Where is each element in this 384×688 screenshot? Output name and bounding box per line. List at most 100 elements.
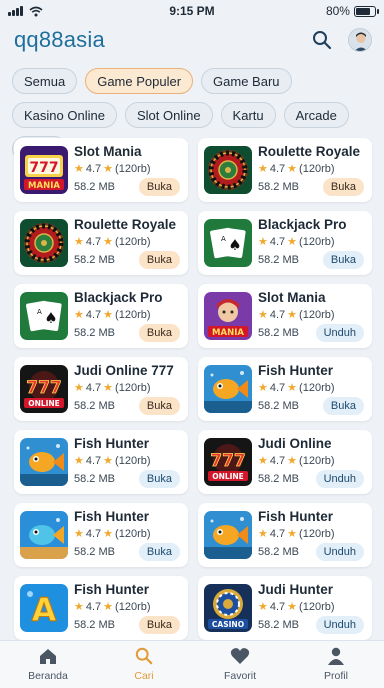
star-icon: ★ <box>103 163 114 175</box>
game-action-button[interactable]: Unduh <box>315 616 364 634</box>
star-icon: ★ <box>103 455 114 467</box>
chip-kartu[interactable]: Kartu <box>220 102 276 128</box>
tab-profil[interactable]: Profil <box>301 647 371 682</box>
svg-text:♠: ♠ <box>44 309 57 327</box>
game-size: 58.2 MB <box>258 181 299 193</box>
search-icon <box>134 647 154 668</box>
777-online-icon[interactable]: 777 ONLINE <box>204 438 252 486</box>
tab-cari[interactable]: Cari <box>109 647 179 682</box>
star-icon: ★ <box>74 309 84 321</box>
game-rating: ★ 4.7 ★ (120rb) <box>258 454 335 468</box>
search-icon[interactable] <box>312 30 332 50</box>
star-icon: ★ <box>74 601 84 613</box>
svg-text:777: 777 <box>210 451 246 471</box>
game-title: Blackjack Pro <box>74 290 163 305</box>
game-card[interactable]: Roulette Royale ★ 4.7 ★ (120rb) 58.2 MB Buka <box>14 211 188 275</box>
game-action-button[interactable]: Buka <box>322 178 364 196</box>
slot-777-mania-icon[interactable]: 777 MANIA <box>20 146 68 194</box>
game-card[interactable]: 777 ONLINE Judi Online 777 ★ 4.7 ★ (120rb) 58.2… <box>14 357 188 421</box>
fish-icon[interactable] <box>204 511 252 559</box>
battery-percent: 80% <box>325 4 350 18</box>
game-size: 58.2 MB <box>74 619 115 631</box>
game-action-button[interactable]: Buka <box>138 324 180 342</box>
game-action-button[interactable]: Unduh <box>315 470 364 488</box>
star-icon: ★ <box>258 309 268 321</box>
game-card[interactable]: ♠ A Blackjack Pro ★ 4.7 ★ (120rb) 58.2 MB Buka <box>14 284 188 348</box>
star-icon: ★ <box>287 163 298 175</box>
playing-cards-icon[interactable]: ♠ A <box>20 292 68 340</box>
svg-text:A: A <box>32 591 57 629</box>
game-action-button[interactable]: Buka <box>138 251 180 269</box>
game-card[interactable]: Fish Hunter ★ 4.7 ★ (120rb) 58.2 MB Buka <box>198 357 372 421</box>
game-size: 58.2 MB <box>258 546 299 558</box>
playing-cards-icon[interactable]: ♠ A <box>204 219 252 267</box>
game-action-button[interactable]: Buka <box>138 470 180 488</box>
roulette-wheel-icon[interactable] <box>20 219 68 267</box>
game-size: 58.2 MB <box>258 400 299 412</box>
tab-favorit[interactable]: Favorit <box>205 647 275 682</box>
game-card[interactable]: Fish Hunter ★ 4.7 ★ (120rb) 58.2 MB Buka <box>14 503 188 567</box>
game-title: Fish Hunter <box>74 509 150 524</box>
game-title: Judi Online 777 <box>74 363 174 378</box>
fish-icon[interactable] <box>204 365 252 413</box>
star-icon: ★ <box>103 528 114 540</box>
game-card[interactable]: Fish Hunter ★ 4.7 ★ (120rb) 58.2 MB Buka <box>14 430 188 494</box>
game-card[interactable]: ♠ A Blackjack Pro ★ 4.7 ★ (120rb) 58.2 MB Buka <box>198 211 372 275</box>
star-icon: ★ <box>258 601 268 613</box>
game-card[interactable]: Roulette Royale ★ 4.7 ★ (120rb) 58.2 MB Buka <box>198 138 372 202</box>
chip-arcade[interactable]: Arcade <box>283 102 349 128</box>
game-rating: ★ 4.7 ★ (120rb) <box>74 381 151 395</box>
game-action-button[interactable]: Buka <box>322 251 364 269</box>
tab-beranda[interactable]: Beranda <box>13 647 83 682</box>
777-online-icon[interactable]: 777 ONLINE <box>20 365 68 413</box>
game-card[interactable]: 777 ONLINE Judi Online ★ 4.7 ★ (120rb) 58.2 MB U… <box>198 430 372 494</box>
game-card[interactable]: A Fish Hunter ★ 4.7 ★ (120rb) 58.2 MB Buka <box>14 576 188 640</box>
game-card[interactable]: CASINO Judi Hunter ★ 4.7 ★ (120rb) 58.2 MB Undu… <box>198 576 372 640</box>
game-action-button[interactable]: Buka <box>322 397 364 415</box>
tab-label: Favorit <box>223 670 257 682</box>
chip-semua[interactable]: Semua <box>12 68 78 94</box>
letter-a-icon[interactable]: A <box>20 584 68 632</box>
star-icon: ★ <box>287 382 298 394</box>
casino-chip-icon[interactable]: CASINO <box>204 584 252 632</box>
svg-text:777: 777 <box>26 378 62 398</box>
slot-mania-character-icon[interactable]: MANIA <box>204 292 252 340</box>
avatar[interactable] <box>348 28 372 52</box>
game-action-button[interactable]: Unduh <box>315 543 364 561</box>
star-icon: ★ <box>74 382 84 394</box>
game-action-button[interactable]: Unduh <box>315 324 364 342</box>
game-card[interactable]: 777 MANIA Slot Mania ★ 4.7 ★ (120rb) 58.2 MB Buk… <box>14 138 188 202</box>
chip-kasino-online[interactable]: Kasino Online <box>12 102 117 128</box>
wifi-icon <box>29 6 43 16</box>
star-icon: ★ <box>258 236 268 248</box>
fish-icon[interactable] <box>20 438 68 486</box>
star-icon: ★ <box>103 236 114 248</box>
star-icon: ★ <box>258 163 268 175</box>
signal-icon <box>8 6 23 16</box>
fish-blue-icon[interactable] <box>20 511 68 559</box>
svg-text:♠: ♠ <box>228 236 241 254</box>
game-title: Fish Hunter <box>74 582 150 597</box>
game-action-button[interactable]: Buka <box>138 543 180 561</box>
game-title: Slot Mania <box>258 290 326 305</box>
game-card[interactable]: MANIA Slot Mania ★ 4.7 ★ (120rb) 58.2 MB Unduh <box>198 284 372 348</box>
game-title: Fish Hunter <box>74 436 150 451</box>
chip-game-baru[interactable]: Game Baru <box>201 68 292 94</box>
svg-text:MANIA: MANIA <box>212 328 244 338</box>
roulette-wheel-icon[interactable] <box>204 146 252 194</box>
star-icon: ★ <box>287 236 298 248</box>
game-rating: ★ 4.7 ★ (120rb) <box>258 600 335 614</box>
svg-text:MANIA: MANIA <box>28 181 60 191</box>
game-size: 58.2 MB <box>258 473 299 485</box>
game-action-button[interactable]: Buka <box>138 616 180 634</box>
chip-game-populer[interactable]: Game Populer <box>85 68 194 94</box>
chip-slot-online[interactable]: Slot Online <box>124 102 213 128</box>
game-action-button[interactable]: Buka <box>138 397 180 415</box>
svg-text:A: A <box>221 235 226 243</box>
game-rating: ★ 4.7 ★ (120rb) <box>74 308 151 322</box>
game-size: 58.2 MB <box>74 327 115 339</box>
game-card[interactable]: Fish Hunter ★ 4.7 ★ (120rb) 58.2 MB Unduh <box>198 503 372 567</box>
app-logo[interactable]: qq88asia <box>14 27 105 53</box>
game-action-button[interactable]: Buka <box>138 178 180 196</box>
game-title: Slot Mania <box>74 144 142 159</box>
